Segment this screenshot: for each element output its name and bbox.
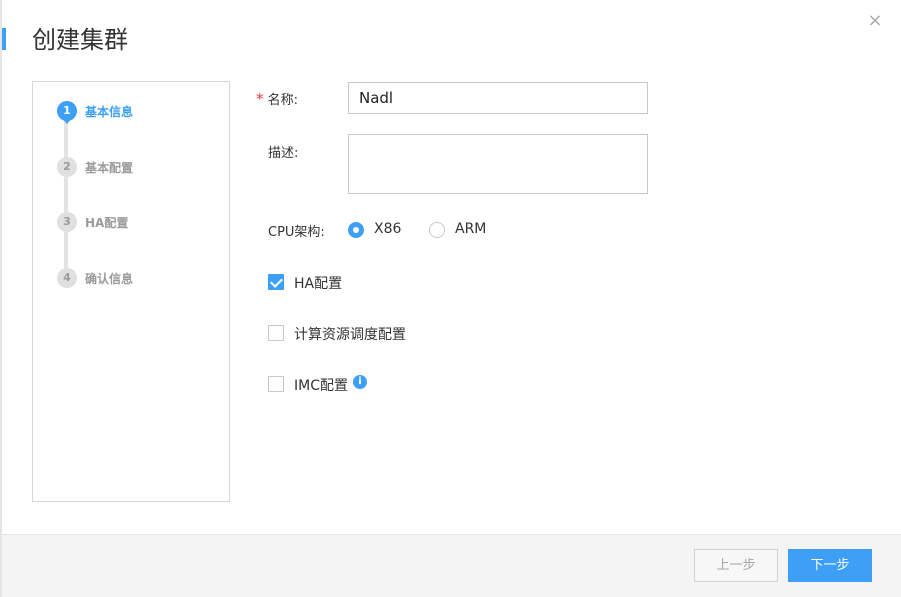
step-number: 2 bbox=[57, 157, 77, 177]
step-label: 确认信息 bbox=[85, 272, 134, 286]
ha-config-checkbox[interactable] bbox=[268, 274, 284, 290]
description-textarea[interactable] bbox=[348, 134, 648, 194]
required-mark: * bbox=[256, 90, 264, 108]
compute-scheduling-label[interactable]: 计算资源调度配置 bbox=[294, 324, 406, 344]
close-icon[interactable]: × bbox=[866, 12, 884, 30]
arm-radio-label[interactable]: ARM bbox=[455, 221, 486, 237]
step-label: HA配置 bbox=[85, 216, 129, 230]
arm-radio[interactable] bbox=[429, 222, 445, 238]
cpu-arch-label: CPU架构: bbox=[268, 225, 325, 240]
info-icon[interactable]: i bbox=[353, 375, 367, 389]
steps-panel bbox=[32, 81, 230, 502]
step-label: 基本信息 bbox=[85, 105, 134, 119]
ha-config-label[interactable]: HA配置 bbox=[294, 273, 342, 293]
description-label: 描述: bbox=[268, 146, 299, 161]
next-step-button[interactable]: 下一步 bbox=[788, 549, 872, 582]
step-label: 基本配置 bbox=[85, 161, 134, 175]
name-field-label: * 名称: bbox=[256, 89, 298, 108]
imc-config-checkbox[interactable] bbox=[268, 376, 284, 392]
step-number: 3 bbox=[57, 212, 77, 232]
name-label-text: 名称: bbox=[267, 93, 299, 108]
name-input[interactable] bbox=[348, 82, 648, 114]
compute-scheduling-checkbox[interactable] bbox=[268, 325, 284, 341]
step-connector-line bbox=[64, 118, 68, 280]
dialog-title: 创建集群 bbox=[32, 26, 128, 54]
step-number: 1 bbox=[57, 101, 77, 124]
imc-config-label[interactable]: IMC配置 bbox=[294, 375, 348, 395]
left-edge bbox=[0, 0, 2, 597]
title-accent-bar bbox=[2, 28, 6, 50]
prev-step-button[interactable]: 上一步 bbox=[694, 549, 778, 582]
x86-radio-label[interactable]: X86 bbox=[374, 221, 401, 237]
step-number: 4 bbox=[57, 268, 77, 288]
x86-radio[interactable] bbox=[348, 222, 364, 238]
